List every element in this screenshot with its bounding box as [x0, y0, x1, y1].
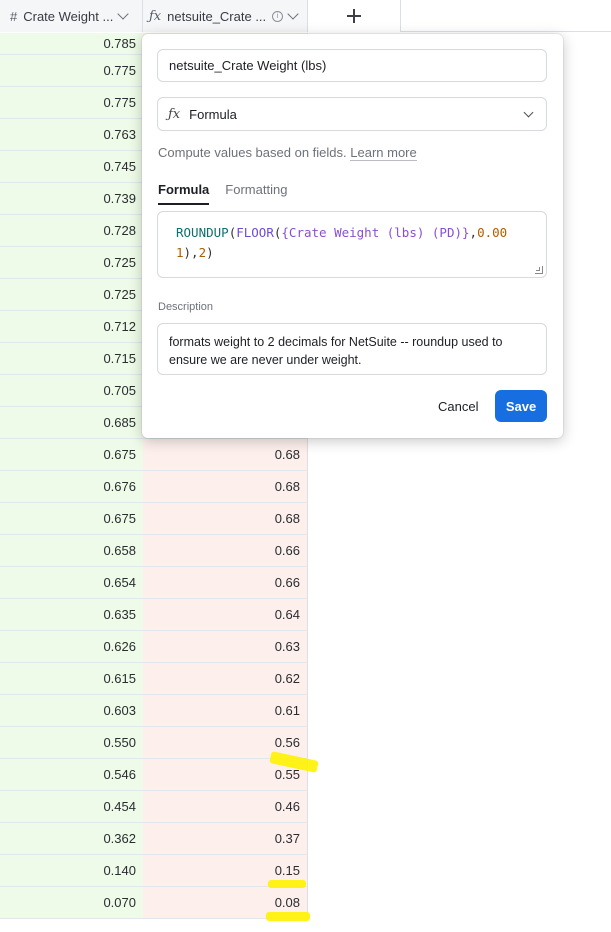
cancel-button[interactable]: Cancel	[428, 390, 488, 422]
description-input[interactable]: formats weight to 2 decimals for NetSuit…	[157, 323, 547, 375]
cell-crate-weight[interactable]: 0.728	[0, 215, 143, 246]
cell-netsuite-crate-weight[interactable]: 0.37	[143, 823, 308, 854]
chevron-down-icon[interactable]	[117, 8, 129, 20]
column-header-label: netsuite_Crate ...	[167, 8, 267, 24]
cell-netsuite-crate-weight[interactable]: 0.61	[143, 695, 308, 726]
table-row[interactable]: 0.675 0.68	[0, 439, 308, 471]
table-row[interactable]: 0.454 0.46	[0, 791, 308, 823]
cell-netsuite-crate-weight[interactable]: 0.62	[143, 663, 308, 694]
cell-crate-weight[interactable]: 0.705	[0, 375, 143, 406]
add-field-button[interactable]	[308, 0, 401, 32]
cell-netsuite-crate-weight[interactable]: 0.68	[143, 439, 308, 470]
grid-header: # Crate Weight ... ƒx netsuite_Crate ...…	[0, 0, 611, 32]
column-header-label: Crate Weight ...	[23, 8, 114, 24]
tab-formatting[interactable]: Formatting	[225, 182, 287, 205]
cell-crate-weight[interactable]: 0.712	[0, 311, 143, 342]
number-field-icon: #	[10, 8, 18, 24]
plus-icon	[347, 9, 361, 23]
cell-netsuite-crate-weight[interactable]: 0.68	[143, 471, 308, 502]
cell-crate-weight[interactable]: 0.725	[0, 247, 143, 278]
cell-netsuite-crate-weight[interactable]: 0.46	[143, 791, 308, 822]
field-type-select[interactable]: ƒx Formula	[157, 97, 547, 131]
cell-crate-weight[interactable]: 0.739	[0, 183, 143, 214]
cell-crate-weight[interactable]: 0.626	[0, 631, 143, 662]
resize-handle[interactable]	[535, 266, 543, 274]
highlight-mark	[266, 912, 310, 921]
table-row[interactable]: 0.635 0.64	[0, 599, 308, 631]
table-row[interactable]: 0.676 0.68	[0, 471, 308, 503]
info-icon[interactable]: i	[272, 10, 284, 22]
description-label: Description	[158, 301, 214, 313]
cell-crate-weight[interactable]: 0.715	[0, 343, 143, 374]
cell-crate-weight[interactable]: 0.745	[0, 151, 143, 182]
helper-text: Compute values based on fields. Learn mo…	[158, 145, 417, 161]
column-header-netsuite-crate[interactable]: ƒx netsuite_Crate ... i	[143, 0, 308, 32]
highlight-mark	[268, 880, 306, 888]
cell-crate-weight[interactable]: 0.603	[0, 695, 143, 726]
field-type-label: Formula	[189, 106, 237, 122]
table-row[interactable]: 0.550 0.56	[0, 727, 308, 759]
cell-crate-weight[interactable]: 0.775	[0, 55, 143, 86]
cell-crate-weight[interactable]: 0.676	[0, 471, 143, 502]
learn-more-link[interactable]: Learn more	[350, 145, 417, 161]
column-header-crate-weight[interactable]: # Crate Weight ...	[0, 0, 143, 32]
chevron-down-icon[interactable]	[287, 8, 299, 20]
table-row[interactable]: 0.603 0.61	[0, 695, 308, 727]
cell-crate-weight[interactable]: 0.775	[0, 87, 143, 118]
cell-netsuite-crate-weight[interactable]: 0.63	[143, 631, 308, 662]
table-row[interactable]: 0.675 0.68	[0, 503, 308, 535]
table-row[interactable]: 0.626 0.63	[0, 631, 308, 663]
cell-crate-weight[interactable]: 0.725	[0, 279, 143, 310]
cell-crate-weight[interactable]: 0.785	[0, 33, 143, 54]
formula-editor[interactable]: ROUNDUP(FLOOR({Crate Weight (lbs) (PD)},…	[157, 211, 547, 278]
cell-crate-weight[interactable]: 0.454	[0, 791, 143, 822]
cell-crate-weight[interactable]: 0.685	[0, 407, 143, 438]
cell-crate-weight[interactable]: 0.654	[0, 567, 143, 598]
cell-crate-weight[interactable]: 0.635	[0, 599, 143, 630]
cell-crate-weight[interactable]: 0.675	[0, 439, 143, 470]
config-tabs: Formula Formatting	[158, 182, 303, 205]
field-config-popover: ƒx Formula Compute values based on field…	[142, 34, 563, 438]
field-name-input[interactable]	[157, 49, 547, 82]
cell-netsuite-crate-weight[interactable]: 0.68	[143, 503, 308, 534]
table-row[interactable]: 0.070 0.08	[0, 887, 308, 919]
table-row[interactable]: 0.362 0.37	[0, 823, 308, 855]
cell-crate-weight[interactable]: 0.763	[0, 119, 143, 150]
cell-netsuite-crate-weight[interactable]: 0.64	[143, 599, 308, 630]
cell-crate-weight[interactable]: 0.140	[0, 855, 143, 886]
table-row[interactable]: 0.658 0.66	[0, 535, 308, 567]
chevron-down-icon	[523, 107, 534, 118]
cell-crate-weight[interactable]: 0.615	[0, 663, 143, 694]
cell-crate-weight[interactable]: 0.675	[0, 503, 143, 534]
cell-crate-weight[interactable]: 0.658	[0, 535, 143, 566]
table-row[interactable]: 0.546 0.55	[0, 759, 308, 791]
cell-crate-weight[interactable]: 0.550	[0, 727, 143, 758]
cell-netsuite-crate-weight[interactable]: 0.66	[143, 535, 308, 566]
cell-netsuite-crate-weight[interactable]: 0.66	[143, 567, 308, 598]
formula-icon: ƒx	[168, 106, 181, 122]
save-button[interactable]: Save	[495, 390, 547, 422]
table-row[interactable]: 0.615 0.62	[0, 663, 308, 695]
table-row[interactable]: 0.140 0.15	[0, 855, 308, 887]
cell-crate-weight[interactable]: 0.070	[0, 887, 143, 918]
tab-formula[interactable]: Formula	[158, 182, 210, 205]
cell-crate-weight[interactable]: 0.546	[0, 759, 143, 790]
formula-field-icon: ƒx	[149, 8, 162, 24]
table-row[interactable]: 0.654 0.66	[0, 567, 308, 599]
cell-crate-weight[interactable]: 0.362	[0, 823, 143, 854]
